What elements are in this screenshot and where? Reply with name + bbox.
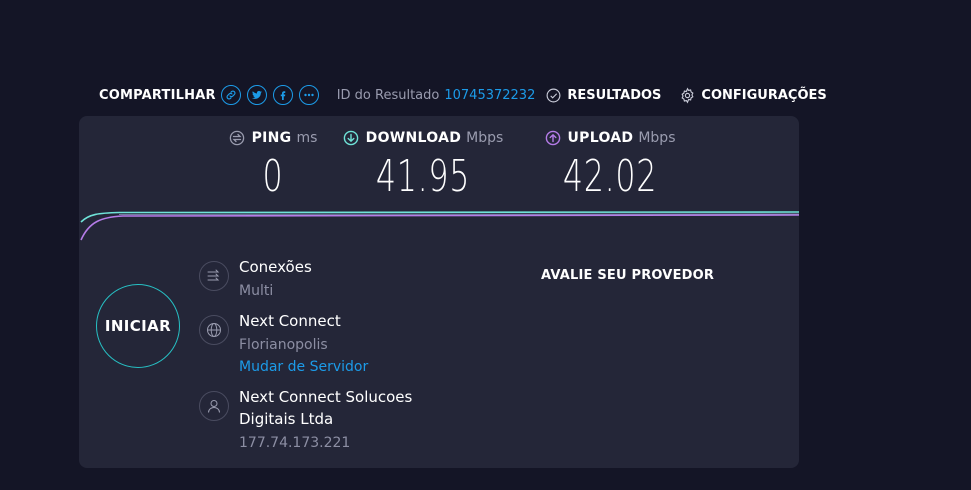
- gear-icon: [681, 87, 694, 103]
- upload-icon: [545, 130, 561, 146]
- start-button[interactable]: INICIAR: [96, 284, 180, 368]
- upload-metric: UPLOAD Mbps 42.02: [535, 128, 685, 202]
- results-label: RESULTADOS: [567, 87, 662, 103]
- share-label: COMPARTILHAR: [99, 87, 216, 103]
- upload-graph-line: [80, 214, 799, 241]
- user-icon: [199, 391, 229, 421]
- result-panel: PING ms 0 DOWNLOAD Mbps 41.95 UPLOAD Mbp…: [79, 116, 799, 468]
- connections-title: Conexões: [239, 258, 312, 276]
- ping-metric: PING ms 0: [217, 128, 329, 202]
- download-unit: Mbps: [466, 130, 504, 146]
- download-graph-line: [80, 211, 799, 223]
- connections-icon: [199, 261, 229, 291]
- globe-icon: [199, 315, 229, 345]
- facebook-icon[interactable]: [272, 85, 293, 105]
- upload-unit: Mbps: [638, 130, 676, 146]
- download-value: 41.95: [375, 151, 471, 202]
- more-icon[interactable]: [298, 85, 319, 105]
- provider-name: Next Connect Solucoes Digitais Ltda: [239, 388, 413, 428]
- change-server-link[interactable]: Mudar de Servidor: [239, 356, 439, 378]
- download-metric: DOWNLOAD Mbps 41.95: [339, 128, 507, 202]
- upload-graph-line-top: [118, 213, 799, 215]
- ping-icon: [229, 130, 245, 146]
- results-link[interactable]: RESULTADOS: [545, 87, 661, 104]
- download-label: DOWNLOAD: [365, 130, 462, 146]
- twitter-icon[interactable]: [246, 85, 267, 105]
- top-bar: COMPARTILHAR ID do Resultado 10745372232…: [99, 83, 827, 107]
- rate-provider-label: AVALIE SEU PROVEDOR: [541, 268, 715, 283]
- upload-value: 42.02: [562, 151, 658, 202]
- result-id-link[interactable]: 10745372232: [444, 88, 535, 103]
- ping-label: PING: [251, 130, 292, 146]
- provider-ip: 177.74.173.221: [239, 435, 351, 451]
- settings-label: CONFIGURAÇÕES: [701, 87, 827, 103]
- download-icon: [343, 130, 359, 146]
- speed-graph: [80, 211, 799, 241]
- ping-unit: ms: [296, 130, 318, 146]
- link-icon[interactable]: [220, 85, 241, 105]
- settings-link[interactable]: CONFIGURAÇÕES: [679, 87, 827, 104]
- server-location: Florianopolis: [239, 337, 328, 353]
- result-id-label: ID do Resultado: [336, 87, 440, 103]
- check-circle-icon: [546, 88, 561, 102]
- upload-label: UPLOAD: [567, 130, 634, 146]
- connections-value: Multi: [239, 283, 274, 299]
- server-name: Next Connect: [239, 312, 341, 330]
- ping-value: 0: [262, 151, 284, 202]
